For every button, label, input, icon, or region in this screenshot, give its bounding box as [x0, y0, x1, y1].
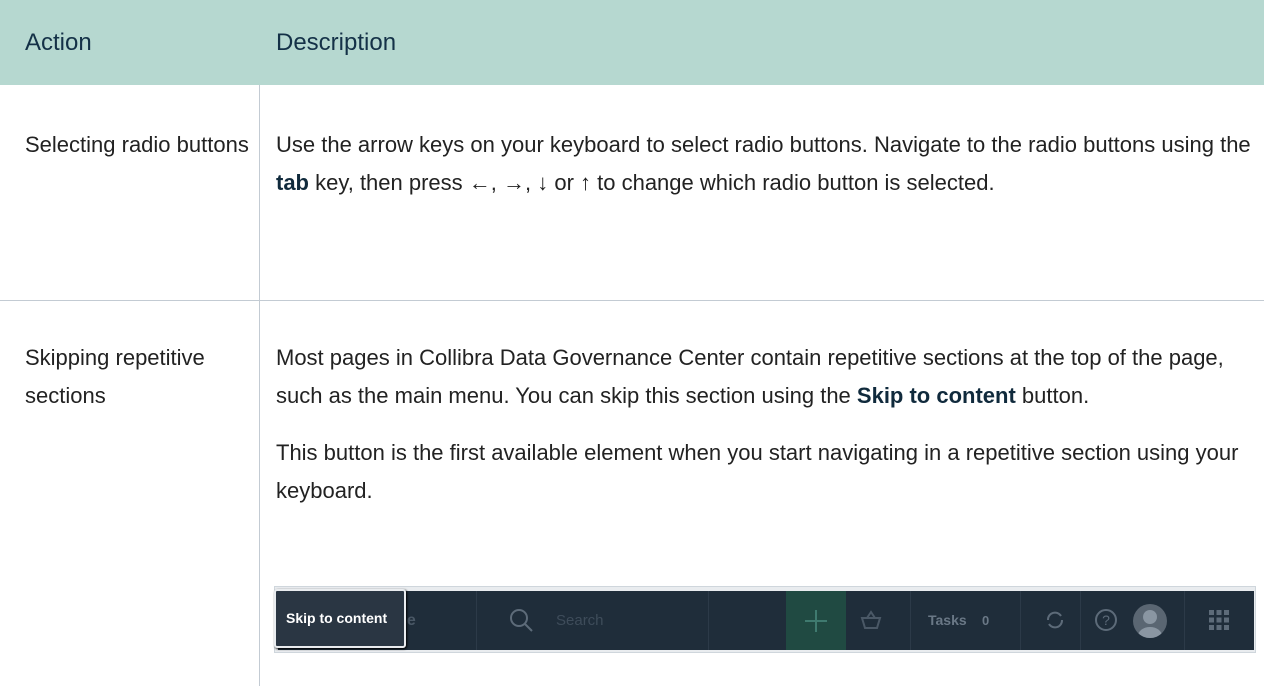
divider — [1184, 591, 1185, 650]
table-header: Action Description — [0, 0, 1264, 85]
row-1-description: Use the arrow keys on your keyboard to s… — [276, 126, 1256, 202]
create-button — [786, 591, 846, 650]
divider — [910, 591, 911, 650]
row-2-skip-label: Skip to content — [856, 383, 1016, 408]
help-icon: ? — [1095, 609, 1117, 631]
collibra-header-screenshot: Browse Search Tasks 0 ? — [274, 586, 1256, 653]
row-2-paragraph-2: This button is the first available eleme… — [276, 440, 1239, 503]
search-icon — [510, 609, 533, 632]
column-divider — [259, 85, 260, 686]
row-1-action: Selecting radio buttons — [25, 132, 249, 157]
tasks-label: Tasks — [928, 612, 967, 628]
skip-to-content-button[interactable]: Skip to content — [274, 589, 406, 648]
basket-icon — [860, 610, 882, 629]
row-2-paragraph-1: Most pages in Collibra Data Governance C… — [276, 339, 1256, 415]
search-input: Search — [556, 612, 604, 629]
row-divider — [0, 300, 1264, 301]
avatar — [1133, 604, 1167, 638]
plus-icon — [805, 610, 827, 632]
top-bar: Browse Search Tasks 0 ? — [278, 591, 1254, 650]
header-action: Action — [25, 29, 92, 56]
row-2-description: Most pages in Collibra Data Governance C… — [276, 339, 1256, 510]
row-1-text-2: key, then press ←, →, ↓ or ↑ to change w… — [309, 170, 995, 195]
svg-text:?: ? — [1102, 612, 1110, 628]
row-1-text-1: Use the arrow keys on your keyboard to s… — [276, 132, 1251, 157]
divider — [1020, 591, 1021, 650]
divider — [708, 591, 709, 650]
tasks-count: 0 — [982, 613, 990, 628]
header-description: Description — [276, 29, 397, 56]
divider — [476, 591, 477, 650]
row-2-action: Skipping repetitive sections — [25, 345, 205, 408]
avatar-icon — [1138, 610, 1162, 638]
row-2-text-2: button. — [1015, 383, 1090, 408]
row-1-tab-key: tab — [276, 170, 309, 195]
divider — [1080, 591, 1081, 650]
apps-grid-icon — [1209, 610, 1229, 630]
sync-icon — [1047, 611, 1063, 629]
